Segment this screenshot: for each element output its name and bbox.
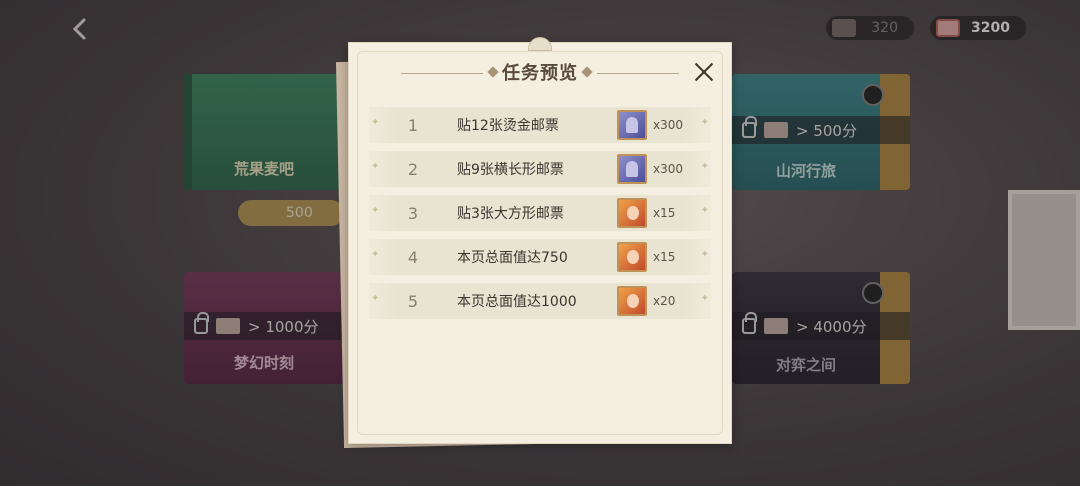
hero-portrait-icon[interactable] <box>617 242 647 272</box>
task-description: 本页总面值达750 <box>457 250 568 266</box>
hero-portrait-icon[interactable] <box>617 286 647 316</box>
hero-portrait-icon[interactable] <box>617 198 647 228</box>
task-number: 1 <box>407 115 419 135</box>
task-row: 1 贴12张烫金邮票 x300 <box>369 107 711 143</box>
stamp-item-icon[interactable] <box>617 154 647 184</box>
task-description: 贴12张烫金邮票 <box>457 118 559 134</box>
task-row: 2 贴9张横长形邮票 x300 <box>369 151 711 187</box>
task-number: 5 <box>407 291 419 311</box>
reward-quantity: x300 <box>653 162 684 176</box>
task-description: 本页总面值达1000 <box>457 294 577 310</box>
stamp-item-icon[interactable] <box>617 110 647 140</box>
close-button[interactable] <box>693 61 715 83</box>
task-description: 贴3张大方形邮票 <box>457 206 564 222</box>
reward-quantity: x20 <box>653 294 676 308</box>
task-number: 3 <box>407 203 419 223</box>
modal-title: 任务预览 <box>502 63 578 84</box>
task-number: 4 <box>407 247 419 267</box>
task-row: 3 贴3张大方形邮票 x15 <box>369 195 711 231</box>
task-row: 5 本页总面值达1000 x20 <box>369 283 711 319</box>
task-row: 4 本页总面值达750 x15 <box>369 239 711 275</box>
task-list: 1 贴12张烫金邮票 x300 2 贴9张横长形邮票 x300 3 贴3张大方形… <box>369 107 711 327</box>
reward-quantity: x15 <box>653 250 676 264</box>
title-divider <box>597 73 679 74</box>
task-number: 2 <box>407 159 419 179</box>
task-description: 贴9张横长形邮票 <box>457 162 564 178</box>
reward-quantity: x300 <box>653 118 684 132</box>
reward-quantity: x15 <box>653 206 676 220</box>
task-preview-modal: 任务预览 1 贴12张烫金邮票 x300 2 贴9张横长形邮票 x300 3 贴… <box>348 37 732 444</box>
